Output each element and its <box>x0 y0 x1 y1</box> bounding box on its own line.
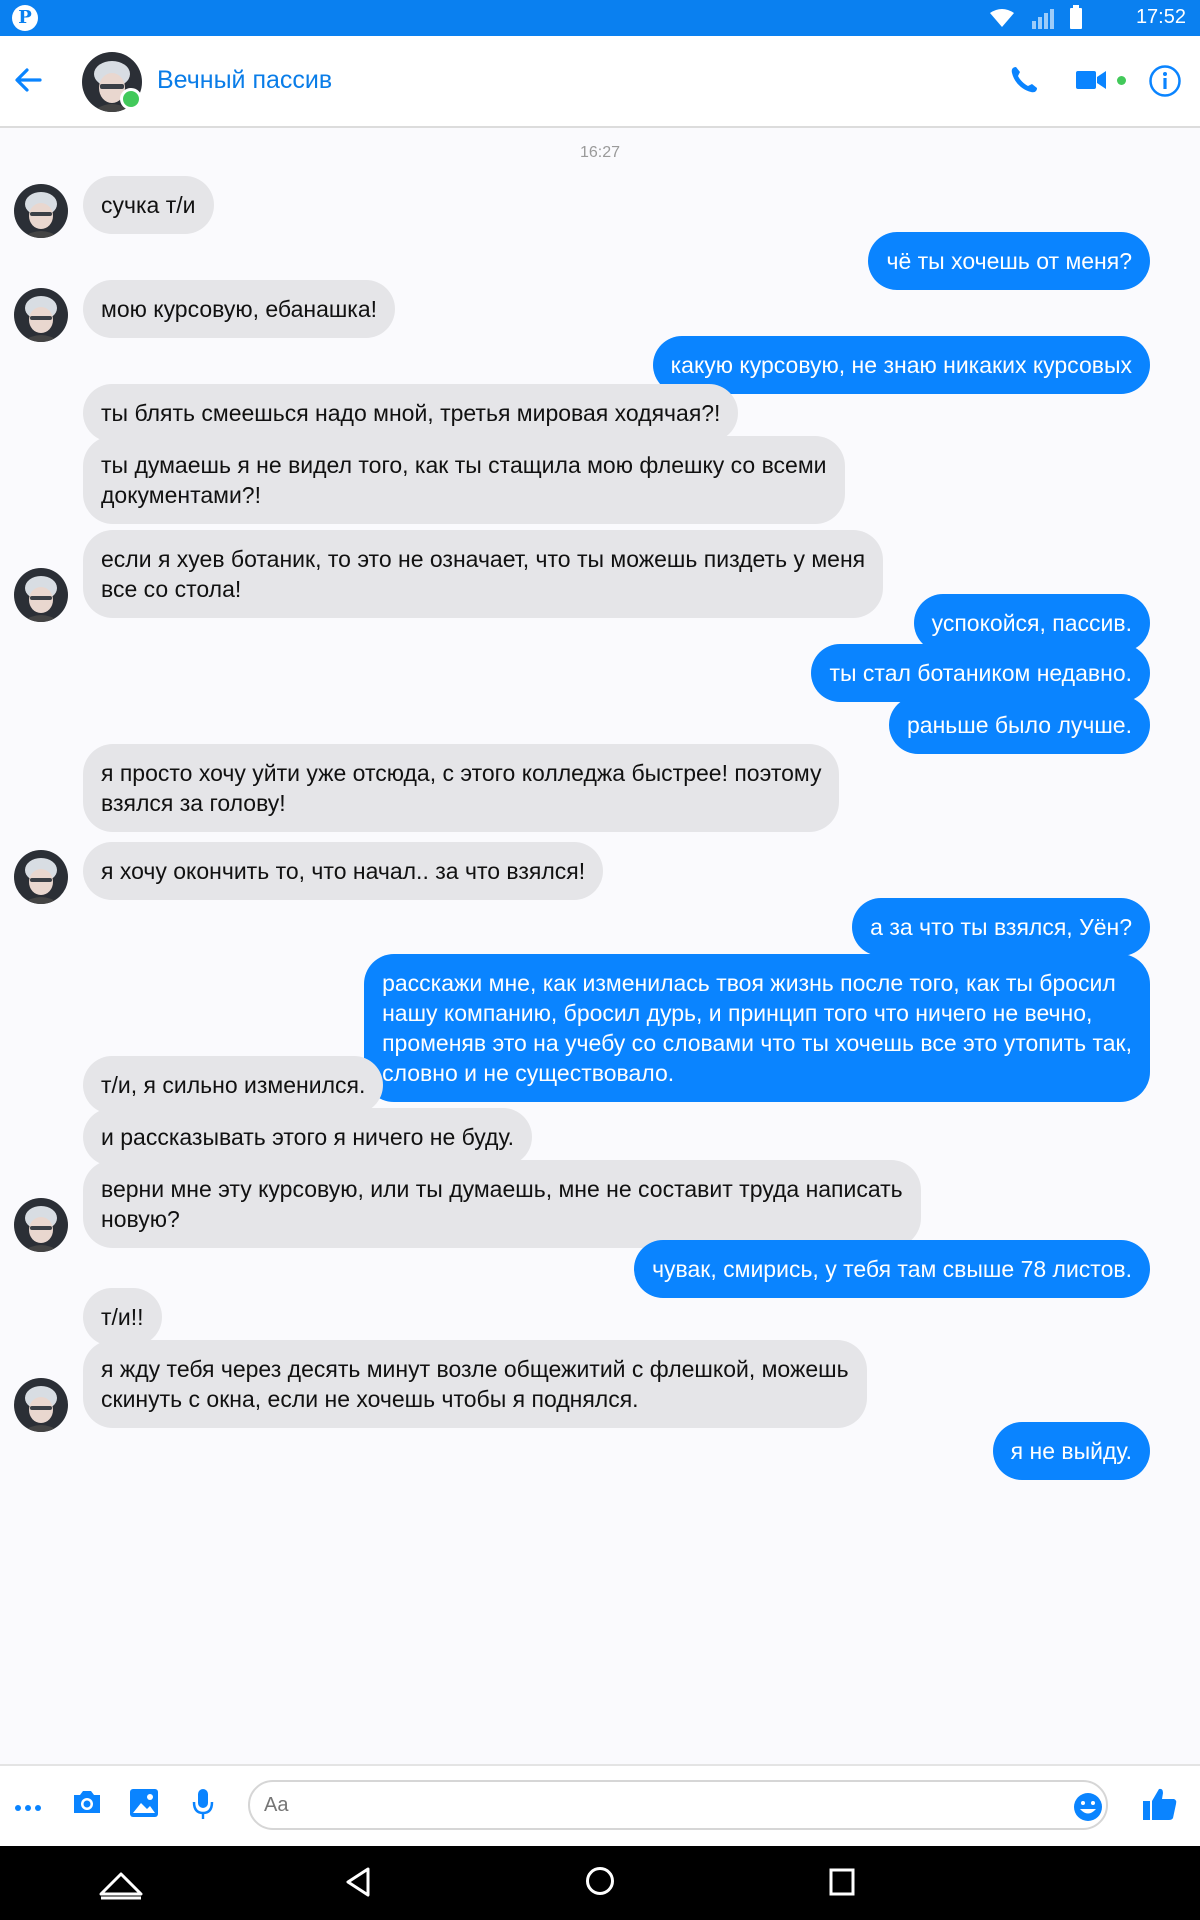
gallery-icon[interactable] <box>129 1788 159 1818</box>
info-icon[interactable] <box>1148 64 1182 98</box>
message-list[interactable]: 16:27 сучка т/и чё ты хочешь от меня? мою … <box>0 128 1200 1764</box>
online-indicator <box>120 88 142 110</box>
contact-name[interactable]: Вечный пассив <box>157 66 332 95</box>
video-active-dot <box>1117 76 1126 85</box>
incoming-message[interactable]: т/и!! <box>83 1288 162 1346</box>
avatar[interactable] <box>14 568 68 622</box>
outgoing-message[interactable]: ты стал ботаником недавно. <box>811 644 1150 702</box>
avatar[interactable] <box>14 1198 68 1252</box>
system-icons <box>990 5 1082 29</box>
microphone-icon[interactable] <box>192 1788 214 1820</box>
avatar[interactable] <box>14 850 68 904</box>
outgoing-message[interactable]: какую курсовую, не знаю никаких курсовых <box>652 336 1150 394</box>
incoming-message[interactable]: т/и, я сильно изменился. <box>83 1056 384 1114</box>
emoji-icon[interactable] <box>1073 1792 1103 1822</box>
incoming-message[interactable]: ты блять смеешься надо мной, третья миро… <box>83 384 739 442</box>
outgoing-message[interactable]: чувак, смирись, у тебя там свыше 78 лист… <box>634 1240 1150 1298</box>
incoming-message[interactable]: мою курсовую, ебанашка! <box>83 280 396 338</box>
conversation-header: Вечный пассив <box>0 36 1200 128</box>
incoming-message[interactable]: ты думаешь я не видел того, как ты стащи… <box>83 436 845 524</box>
incoming-message[interactable]: верни мне эту курсовую, или ты думаешь, … <box>83 1160 921 1248</box>
android-nav-bar <box>0 1846 1200 1920</box>
camera-icon[interactable] <box>71 1788 103 1816</box>
outgoing-message[interactable]: а за что ты взялся, Уён? <box>852 898 1150 956</box>
incoming-message[interactable]: если я хуев ботаник, то это не означает,… <box>83 530 884 618</box>
avatar[interactable] <box>14 1378 68 1432</box>
outgoing-message[interactable]: раньше было лучше. <box>888 696 1150 754</box>
phone-icon[interactable] <box>1008 64 1040 96</box>
incoming-message[interactable]: сучка т/и <box>83 176 214 234</box>
pinterest-icon: P <box>12 5 38 31</box>
back-arrow-icon[interactable] <box>12 64 44 96</box>
timestamp: 16:27 <box>579 144 621 161</box>
nav-recents-icon[interactable] <box>829 1868 855 1896</box>
clock: 17:52 <box>1135 6 1186 28</box>
incoming-message[interactable]: я хочу окончить то, что начал.. за что в… <box>83 842 604 900</box>
composer-bar <box>0 1764 1200 1848</box>
video-icon[interactable] <box>1075 67 1107 93</box>
outgoing-message[interactable]: расскажи мне, как изменилась твоя жизнь … <box>364 954 1150 1102</box>
message-input[interactable] <box>248 1780 1108 1830</box>
incoming-message[interactable]: и рассказывать этого я ничего не буду. <box>83 1108 533 1166</box>
incoming-message[interactable]: я просто хочу уйти уже отсюда, с этого к… <box>83 744 840 832</box>
incoming-message[interactable]: я жду тебя через десять минут возле обще… <box>83 1340 867 1428</box>
nav-back-icon[interactable] <box>344 1866 372 1898</box>
avatar[interactable] <box>14 288 68 342</box>
nav-home-icon[interactable] <box>98 1870 144 1900</box>
status-bar: P 17:52 <box>0 0 1200 36</box>
nav-circle-icon[interactable] <box>585 1866 615 1896</box>
outgoing-message[interactable]: я не выйду. <box>992 1422 1150 1480</box>
like-icon[interactable] <box>1142 1786 1178 1822</box>
avatar[interactable] <box>14 184 68 238</box>
more-icon[interactable] <box>14 1804 42 1812</box>
outgoing-message[interactable]: чё ты хочешь от меня? <box>868 232 1150 290</box>
